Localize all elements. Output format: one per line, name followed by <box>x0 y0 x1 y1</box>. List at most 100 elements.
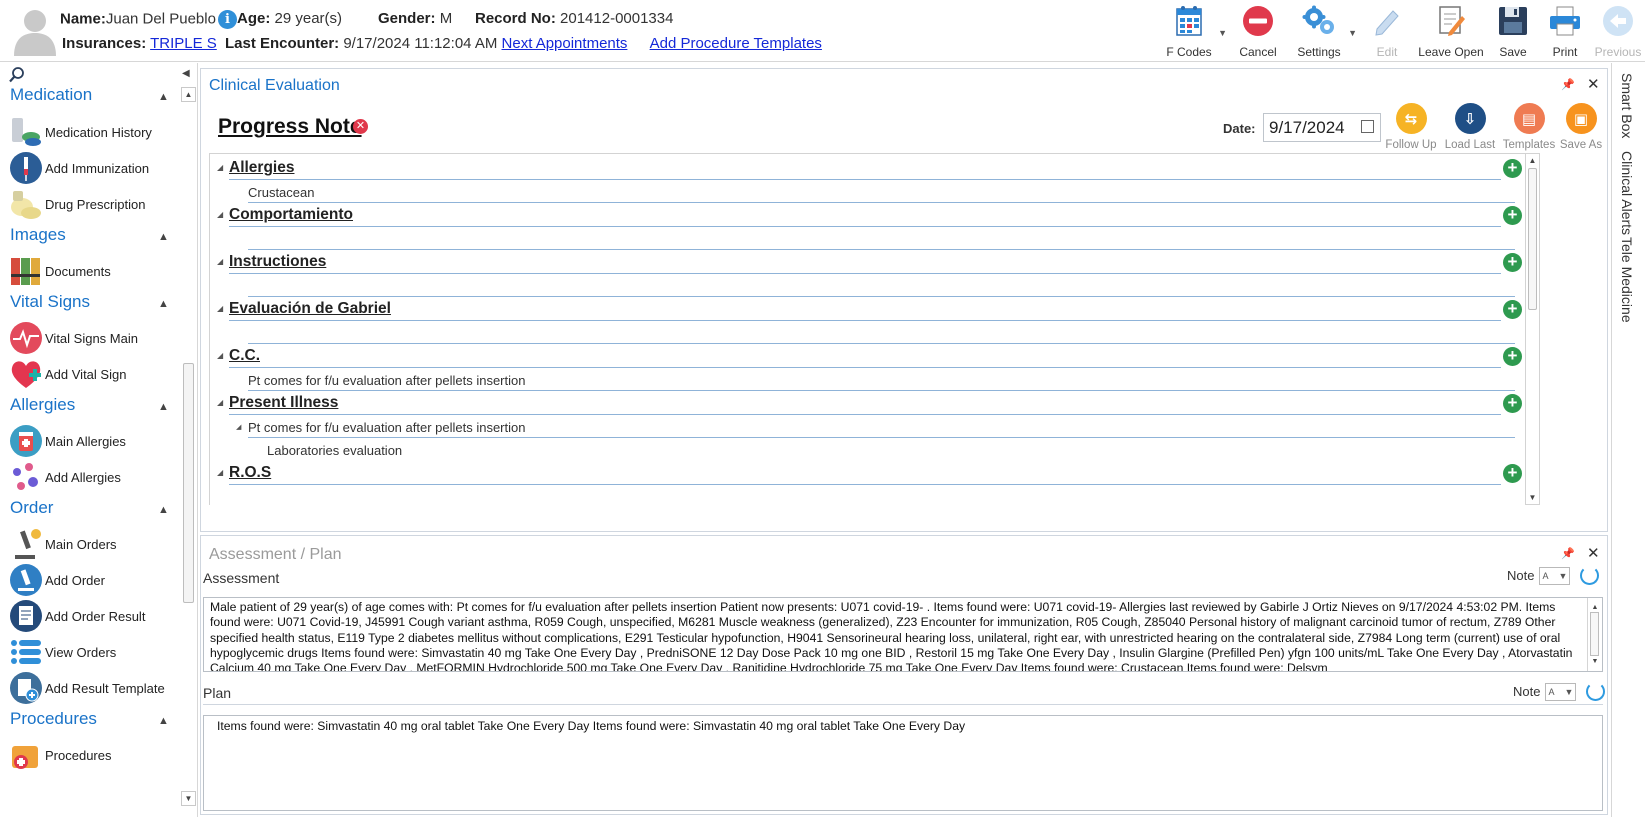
collapse-triangle-icon[interactable]: ◢ <box>236 423 241 431</box>
sidebar-item-add-result-template[interactable]: Add Result Template <box>9 671 165 705</box>
sidebar-item-add-immunization[interactable]: Add Immunization <box>9 151 149 185</box>
sidebar-item-main-orders[interactable]: Main Orders <box>9 527 117 561</box>
pin-icon[interactable]: 📌 <box>1561 78 1575 91</box>
calendar-icon[interactable] <box>1361 120 1374 133</box>
section-line[interactable]: Pt comes for f/u evaluation after pellet… <box>248 373 525 388</box>
collapse-triangle-icon[interactable]: ◢ <box>217 304 223 313</box>
leave-open-button[interactable]: Leave Open <box>1415 0 1487 60</box>
section-title[interactable]: Evaluación de Gabriel <box>229 300 391 318</box>
add-section-item-icon[interactable]: + <box>1503 206 1522 225</box>
tab-tele-medicine[interactable]: Tele Medicine <box>1619 237 1635 323</box>
scroll-thumb[interactable] <box>1590 612 1599 656</box>
previous-button[interactable]: Previous <box>1591 0 1645 60</box>
sidebar-item-add-order[interactable]: Add Order <box>9 563 105 597</box>
edit-button[interactable]: Edit <box>1359 0 1415 60</box>
scroll-down-icon[interactable]: ▼ <box>181 791 196 806</box>
collapse-triangle-icon[interactable]: ◢ <box>217 257 223 266</box>
note-format-dropdown[interactable]: A ▼ <box>1539 566 1571 585</box>
assessment-textarea[interactable]: Male patient of 29 year(s) of age comes … <box>203 597 1603 672</box>
pin-icon[interactable]: 📌 <box>1561 547 1575 560</box>
load-last-button[interactable]: ⇩ Load Last <box>1442 103 1498 151</box>
tab-smart-box[interactable]: Smart Box <box>1619 73 1635 138</box>
collapse-triangle-icon[interactable]: ◢ <box>217 398 223 407</box>
section-line[interactable]: Pt comes for f/u evaluation after pellet… <box>248 420 525 435</box>
chevron-up-icon[interactable]: ▲ <box>158 715 169 727</box>
close-icon[interactable]: ✕ <box>1587 544 1600 562</box>
tab-clinical-alerts[interactable]: Clinical Alerts <box>1619 151 1635 235</box>
section-medication[interactable]: Medication <box>10 85 92 105</box>
section-images[interactable]: Images <box>10 225 66 245</box>
sidebar-item-main-allergies[interactable]: Main Allergies <box>9 424 126 458</box>
insurance-link[interactable]: TRIPLE S <box>150 35 217 52</box>
chevron-up-icon[interactable]: ▲ <box>158 298 169 310</box>
note-format-dropdown[interactable]: A ▼ <box>1545 682 1577 701</box>
refresh-icon[interactable] <box>1580 566 1600 585</box>
section-order[interactable]: Order <box>10 498 53 518</box>
collapse-sidebar-icon[interactable]: ◀ <box>182 68 190 79</box>
patient-header: Name:Juan Del Pueblo i Age: 29 year(s) Ge… <box>0 0 1645 62</box>
templates-button[interactable]: ▤ Templates <box>1501 103 1557 151</box>
sidebar-item-view-orders[interactable]: View Orders <box>9 635 116 669</box>
section-subline[interactable]: Laboratories evaluation <box>267 443 402 458</box>
sidebar-item-drug-prescription[interactable]: Drug Prescription <box>9 187 145 221</box>
save-button[interactable]: Save <box>1487 0 1539 60</box>
add-section-item-icon[interactable]: + <box>1503 159 1522 178</box>
refresh-icon[interactable] <box>1586 682 1606 701</box>
follow-up-button[interactable]: ⇆ Follow Up <box>1383 103 1439 151</box>
section-title[interactable]: C.C. <box>229 347 260 365</box>
sidebar-item-add-vital-sign[interactable]: Add Vital Sign <box>9 357 126 391</box>
sidebar-item-medication-history[interactable]: Medication History <box>9 115 152 149</box>
date-field[interactable]: 9/17/2024 <box>1263 113 1381 142</box>
section-title[interactable]: Present Illness <box>229 394 338 412</box>
sidebar-item-add-order-result[interactable]: Add Order Result <box>9 599 145 633</box>
collapse-triangle-icon[interactable]: ◢ <box>217 210 223 219</box>
section-procedures[interactable]: Procedures <box>10 709 97 729</box>
chevron-up-icon[interactable]: ▲ <box>158 504 169 516</box>
cancel-button[interactable]: Cancel <box>1227 0 1289 60</box>
remove-note-icon[interactable]: ✕ <box>353 119 368 134</box>
scroll-thumb[interactable] <box>183 363 194 603</box>
scroll-up-icon[interactable]: ▲ <box>181 87 196 102</box>
print-button[interactable]: Print <box>1539 0 1591 60</box>
scroll-down-icon[interactable]: ▼ <box>1526 493 1539 502</box>
settings-button[interactable]: Settings ▼ <box>1289 0 1357 60</box>
info-icon[interactable]: i <box>217 10 237 29</box>
next-appointments-link[interactable]: Next Appointments <box>502 35 628 52</box>
add-section-item-icon[interactable]: + <box>1503 253 1522 272</box>
section-title[interactable]: Allergies <box>229 159 294 177</box>
add-section-item-icon[interactable]: + <box>1503 464 1522 483</box>
chevron-up-icon[interactable]: ▲ <box>158 91 169 103</box>
add-section-item-icon[interactable]: + <box>1503 394 1522 413</box>
fcodes-dropdown-icon[interactable]: ▼ <box>1218 28 1227 38</box>
section-title[interactable]: Instructiones <box>229 253 326 271</box>
fcodes-button[interactable]: F Codes ▼ <box>1159 0 1227 60</box>
section-line[interactable]: Crustacean <box>248 185 314 200</box>
sidebar-item-vital-signs-main[interactable]: Vital Signs Main <box>9 321 138 355</box>
section-title[interactable]: Comportamiento <box>229 206 353 224</box>
chevron-up-icon[interactable]: ▲ <box>158 231 169 243</box>
collapse-triangle-icon[interactable]: ◢ <box>217 468 223 477</box>
close-icon[interactable]: ✕ <box>1587 75 1600 93</box>
assessment-scrollbar[interactable]: ▲ ▼ <box>1587 598 1602 671</box>
plan-textarea[interactable]: Items found were: Simvastatin 40 mg oral… <box>203 715 1603 811</box>
chevron-up-icon[interactable]: ▲ <box>158 401 169 413</box>
add-procedure-templates-link[interactable]: Add Procedure Templates <box>650 35 822 52</box>
collapse-triangle-icon[interactable]: ◢ <box>217 163 223 172</box>
note-scrollbar[interactable]: ▲ ▼ <box>1525 153 1540 505</box>
collapse-triangle-icon[interactable]: ◢ <box>217 351 223 360</box>
scroll-up-icon[interactable]: ▲ <box>1526 156 1539 165</box>
add-section-item-icon[interactable]: + <box>1503 300 1522 319</box>
scroll-thumb[interactable] <box>1528 168 1537 310</box>
sidebar-item-add-allergies[interactable]: Add Allergies <box>9 460 121 494</box>
save-as-button[interactable]: ▣ Save As <box>1553 103 1609 151</box>
scroll-down-icon[interactable]: ▼ <box>1588 654 1602 669</box>
settings-dropdown-icon[interactable]: ▼ <box>1348 28 1357 38</box>
sidebar-scrollbar[interactable]: ▲ ▼ <box>181 87 196 806</box>
date-value: 9/17/2024 <box>1269 118 1345 137</box>
section-allergies[interactable]: Allergies <box>10 395 75 415</box>
section-title[interactable]: R.O.S <box>229 464 271 482</box>
sidebar-item-documents[interactable]: Documents <box>9 254 111 288</box>
section-vital-signs[interactable]: Vital Signs <box>10 292 90 312</box>
sidebar-item-procedures[interactable]: Procedures <box>9 738 111 772</box>
add-section-item-icon[interactable]: + <box>1503 347 1522 366</box>
